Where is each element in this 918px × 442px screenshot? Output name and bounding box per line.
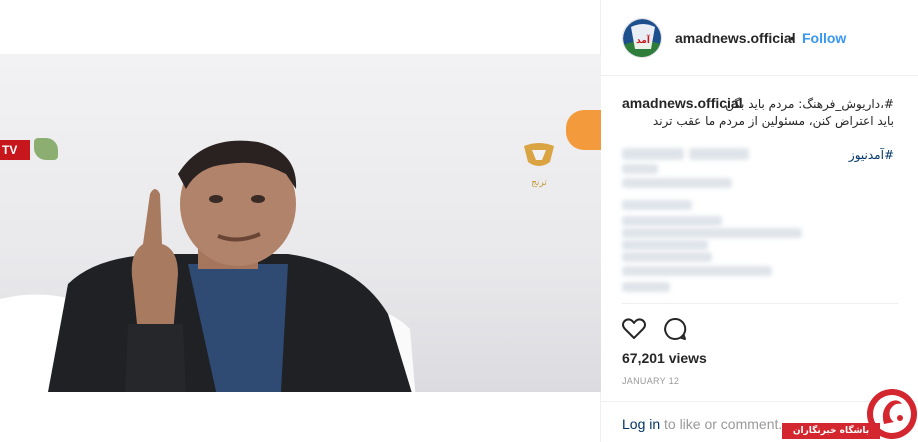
studio-decor-shape <box>566 110 601 150</box>
broadcaster-watermark-icon <box>524 143 554 166</box>
blurred-comment <box>622 200 692 210</box>
heart-outline-icon[interactable] <box>621 316 647 342</box>
amad-logo-icon: آمد <box>623 19 661 57</box>
header-separator-dot: • <box>790 30 795 46</box>
blurred-comment <box>622 216 722 226</box>
login-prompt-text: to like or comment. <box>664 416 783 432</box>
follow-button[interactable]: Follow <box>802 30 846 46</box>
video-frame[interactable]: TV ترنج ۱۸ <box>0 54 601 392</box>
channel-badge: TV <box>0 140 30 160</box>
post-header: آمد amadnews.official • Follow <box>601 0 918 76</box>
avatar[interactable]: آمد <box>622 18 662 58</box>
blurred-comment <box>622 282 670 292</box>
views-count: 67,201 views <box>622 350 707 366</box>
hashtag-link[interactable]: آمدنیوز# <box>849 146 894 164</box>
blurred-comment <box>622 266 772 276</box>
blurred-comment <box>622 252 712 262</box>
post-media: TV ترنج ۱۸ <box>0 0 601 442</box>
blurred-comment <box>622 240 708 250</box>
login-link[interactable]: Log in <box>622 416 660 432</box>
speaker-figure <box>48 140 412 392</box>
broadcaster-watermark-text: ترنج <box>531 178 547 188</box>
news-club-banner: باشگاه خبرنگاران <box>782 423 880 439</box>
caption-text-1: داریوش_فرهنگ: مردم باید بگن،# <box>725 97 894 111</box>
blurred-comment <box>622 148 684 160</box>
blurred-comment <box>622 178 732 188</box>
blurred-comment <box>622 164 658 174</box>
blurred-hashtag <box>689 148 749 160</box>
actions-divider <box>622 303 898 304</box>
caption-text-2: باید اعتراض کنن، مسئولین از مردم ما عقب … <box>652 114 894 128</box>
post-info-panel: آمد amadnews.official • Follow amadnews.… <box>601 0 918 442</box>
speech-bubble-icon[interactable] <box>662 316 688 342</box>
svg-text:آمد: آمد <box>636 34 651 46</box>
header-username-link[interactable]: amadnews.official <box>675 30 796 46</box>
caption-line-1: amadnews.official داریوش_فرهنگ: مردم بای… <box>622 94 894 113</box>
blurred-comment <box>622 228 802 238</box>
post-date[interactable]: JANUARY 12 <box>622 376 679 386</box>
